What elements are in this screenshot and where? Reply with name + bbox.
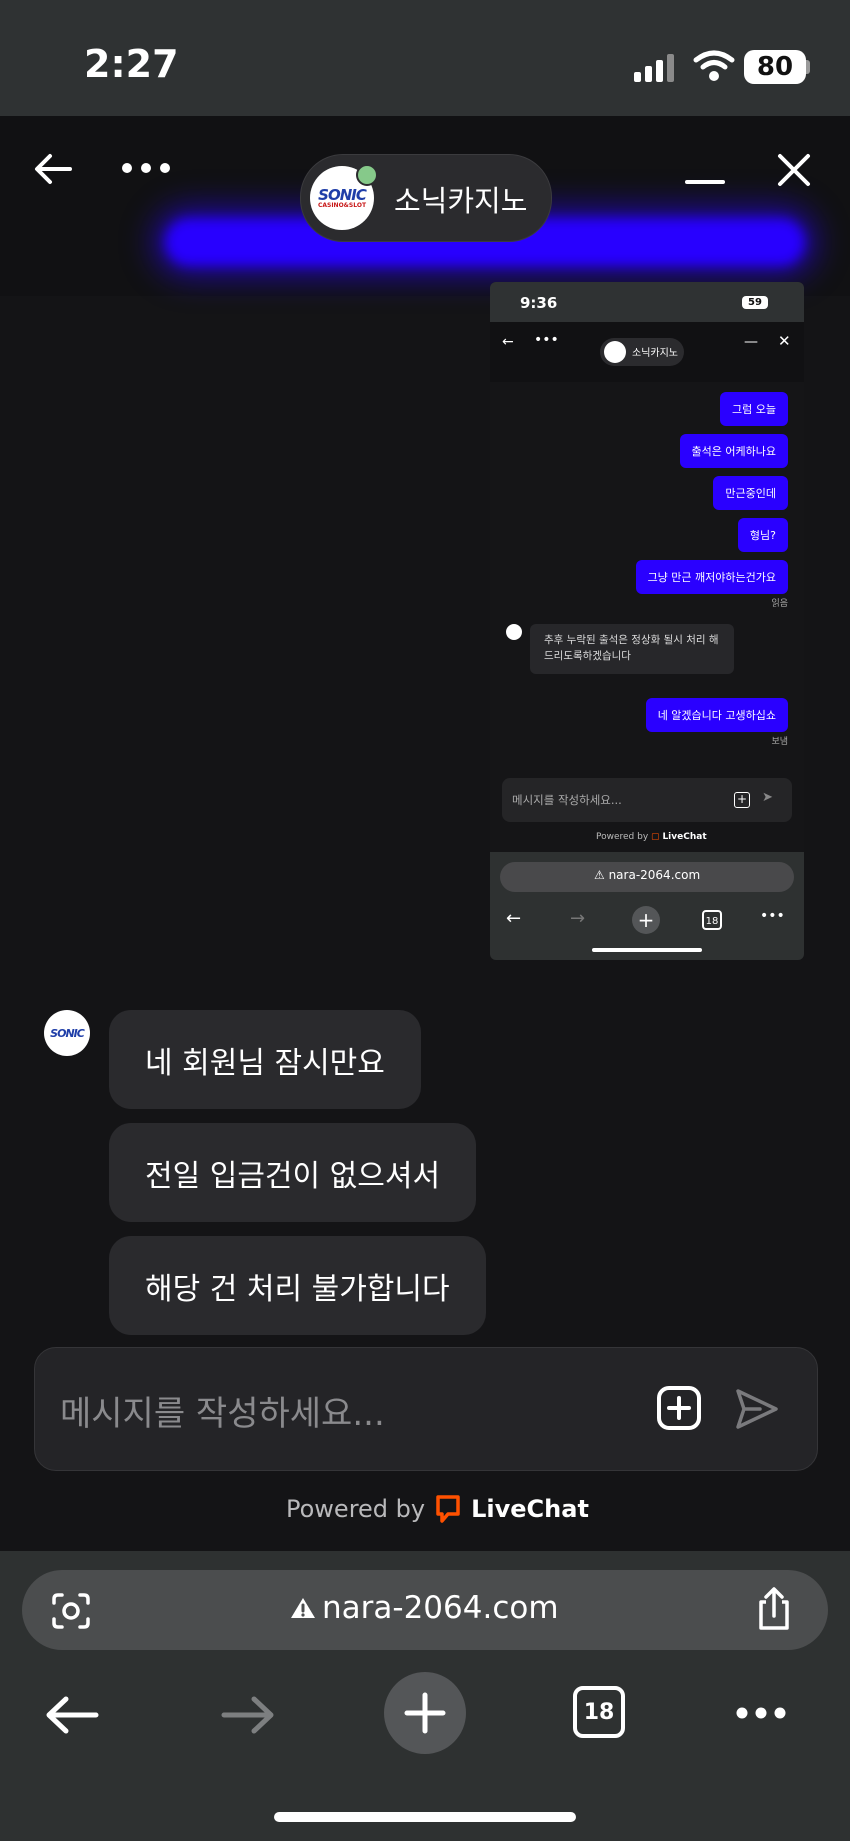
agent-message-text: 해당 건 처리 불가합니다 — [145, 1271, 450, 1307]
agent-message: 네 회원님 잠시만요 — [109, 1010, 421, 1109]
shot-sent-message: 그냥 만근 깨저야하는건가요 — [635, 560, 788, 594]
battery-indicator: 80 — [744, 50, 806, 84]
shot-avatar — [604, 341, 626, 363]
online-status-dot — [356, 164, 378, 186]
message-input-placeholder[interactable]: 메시지를 작성하세요... — [60, 1386, 385, 1435]
powered-by-footer[interactable]: Powered by LiveChat — [286, 1494, 589, 1524]
shot-powered-label: Powered by ▢ LiveChat — [596, 832, 707, 842]
tabs-count-button[interactable]: 18 — [573, 1686, 625, 1738]
send-icon[interactable] — [734, 1387, 780, 1431]
nav-forward-icon[interactable] — [220, 1694, 276, 1736]
add-attachment-icon[interactable] — [656, 1385, 702, 1431]
wifi-icon — [693, 50, 735, 81]
shot-sent-message: 만근중인데 — [713, 476, 788, 510]
shot-minimize-icon: — — [744, 334, 758, 350]
share-icon[interactable] — [754, 1586, 794, 1632]
shot-home-indicator — [592, 948, 702, 952]
shot-tabs-count: 18 — [702, 910, 722, 930]
shot-more-icon: ••• — [534, 332, 559, 348]
close-icon[interactable] — [776, 152, 812, 188]
livechat-brand: LiveChat — [471, 1495, 589, 1523]
status-time: 2:27 — [84, 42, 179, 86]
url-text[interactable]: nara-2064.com — [322, 1590, 559, 1626]
logo-subtext: CASINO&SLOT — [317, 201, 367, 209]
agent-message: 해당 건 처리 불가합니다 — [109, 1236, 486, 1335]
shot-new-tab-icon: + — [632, 906, 660, 934]
shot-close-icon: ✕ — [778, 332, 791, 350]
chat-title: 소닉카지노 — [394, 184, 528, 218]
shot-nav-forward-icon: → — [570, 908, 586, 929]
agent-message: 전일 입금건이 없으셔서 — [109, 1123, 477, 1222]
shot-read-label: 읽음 — [771, 599, 788, 609]
shot-battery: 59 — [742, 296, 768, 309]
shot-sent-message: 출석은 어케하나요 — [679, 434, 788, 468]
camera-lens-icon[interactable] — [50, 1591, 92, 1631]
shot-livechat-text: LiveChat — [662, 832, 707, 842]
screenshot-attachment[interactable]: 9:36 59 ← ••• 소닉카지노 — ✕ 그럼 오늘 출석은 어케하나요 … — [490, 282, 804, 960]
minimize-icon[interactable] — [684, 166, 726, 186]
more-menu-icon[interactable] — [734, 1705, 788, 1721]
shot-more-nav-icon: ••• — [760, 908, 785, 924]
shot-url-text: ⚠ nara-2064.com — [594, 868, 701, 882]
shot-sent-label: 보냄 — [771, 737, 788, 747]
shot-sent-message: 형님? — [737, 518, 788, 552]
shot-send-icon: ➤ — [762, 790, 773, 805]
shot-powered-text: Powered by — [596, 832, 649, 842]
cellular-signal-icon — [634, 52, 678, 82]
agent-message-text: 전일 입금건이 없으셔서 — [145, 1158, 441, 1194]
plus-icon — [404, 1692, 446, 1734]
shot-agent-avatar — [506, 624, 522, 640]
back-arrow-icon[interactable] — [32, 148, 74, 190]
shot-title: 소닉카지노 — [632, 348, 678, 359]
shot-add-icon: + — [734, 792, 750, 808]
agent-message-text: 네 회원님 잠시만요 — [145, 1045, 385, 1081]
shot-time: 9:36 — [520, 294, 558, 312]
powered-by-label: Powered by — [286, 1495, 426, 1523]
logo-text: SONIC — [318, 185, 367, 204]
agent-avatar: SONIC — [44, 1010, 90, 1056]
shot-sent-message: 네 알겠습니다 고생하십쇼 — [645, 698, 788, 732]
shot-url: nara-2064.com — [608, 868, 701, 882]
warning-icon — [291, 1598, 315, 1618]
shot-input-placeholder: 메시지를 작성하세요... — [512, 793, 622, 807]
shot-sent-message: 그럼 오늘 — [720, 392, 788, 426]
shot-agent-message: 추후 누락된 출석은 정상화 될시 처리 해드리도록하겠습니다 — [530, 624, 734, 674]
agent-avatar-logo: SONIC — [50, 1026, 85, 1040]
nav-back-icon[interactable] — [44, 1694, 100, 1736]
shot-back-icon: ← — [502, 334, 514, 350]
home-indicator — [274, 1812, 576, 1822]
battery-tip — [806, 60, 810, 74]
livechat-logo-icon — [436, 1495, 460, 1523]
shot-nav-back-icon: ← — [506, 908, 522, 929]
more-options-icon[interactable] — [120, 160, 172, 176]
